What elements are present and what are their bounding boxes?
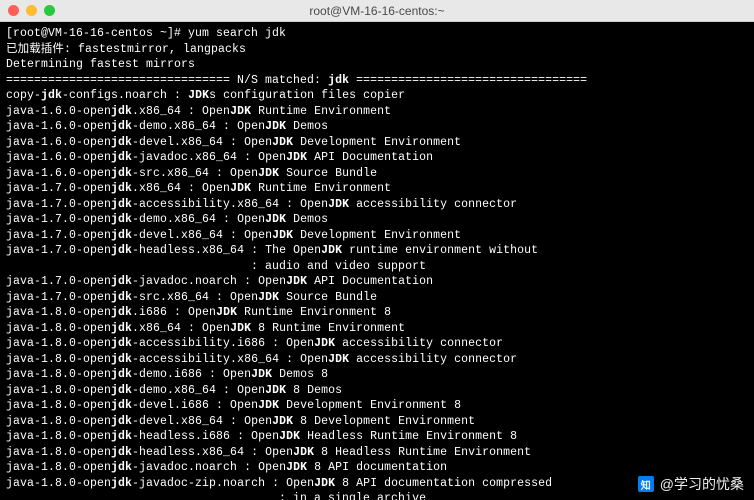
match-header: ================================ N/S mat… bbox=[6, 73, 748, 89]
result-line: java-1.6.0-openjdk-demo.x86_64 : OpenJDK… bbox=[6, 119, 748, 135]
minimize-window-button[interactable] bbox=[26, 5, 37, 16]
result-line: java-1.7.0-openjdk-accessibility.x86_64 … bbox=[6, 197, 748, 213]
result-line: java-1.8.0-openjdk-devel.i686 : OpenJDK … bbox=[6, 398, 748, 414]
result-line: java-1.6.0-openjdk-src.x86_64 : OpenJDK … bbox=[6, 166, 748, 182]
preamble-line: Determining fastest mirrors bbox=[6, 57, 748, 73]
result-line: java-1.8.0-openjdk-javadoc-zip.noarch : … bbox=[6, 476, 748, 492]
result-line: java-1.6.0-openjdk.x86_64 : OpenJDK Runt… bbox=[6, 104, 748, 120]
result-line: java-1.8.0-openjdk-demo.i686 : OpenJDK D… bbox=[6, 367, 748, 383]
result-line: java-1.8.0-openjdk-accessibility.i686 : … bbox=[6, 336, 748, 352]
terminal-output[interactable]: [root@VM-16-16-centos ~]# yum search jdk… bbox=[0, 22, 754, 500]
window-titlebar: root@VM-16-16-centos:~ bbox=[0, 0, 754, 22]
result-line: : audio and video support bbox=[6, 259, 748, 275]
result-line: java-1.7.0-openjdk-devel.x86_64 : OpenJD… bbox=[6, 228, 748, 244]
result-line: java-1.8.0-openjdk-demo.x86_64 : OpenJDK… bbox=[6, 383, 748, 399]
result-line: java-1.8.0-openjdk-javadoc.noarch : Open… bbox=[6, 460, 748, 476]
result-line: java-1.8.0-openjdk-headless.x86_64 : Ope… bbox=[6, 445, 748, 461]
result-line: java-1.6.0-openjdk-devel.x86_64 : OpenJD… bbox=[6, 135, 748, 151]
result-line: java-1.8.0-openjdk.i686 : OpenJDK Runtim… bbox=[6, 305, 748, 321]
result-line: java-1.8.0-openjdk-headless.i686 : OpenJ… bbox=[6, 429, 748, 445]
result-line: java-1.7.0-openjdk-javadoc.noarch : Open… bbox=[6, 274, 748, 290]
result-line: java-1.7.0-openjdk-demo.x86_64 : OpenJDK… bbox=[6, 212, 748, 228]
result-line: java-1.8.0-openjdk-devel.x86_64 : OpenJD… bbox=[6, 414, 748, 430]
result-line: java-1.7.0-openjdk.x86_64 : OpenJDK Runt… bbox=[6, 181, 748, 197]
result-line: java-1.8.0-openjdk-accessibility.x86_64 … bbox=[6, 352, 748, 368]
result-line: : in a single archive bbox=[6, 491, 748, 500]
result-line: java-1.6.0-openjdk-javadoc.x86_64 : Open… bbox=[6, 150, 748, 166]
result-line: copy-jdk-configs.noarch : JDKs configura… bbox=[6, 88, 748, 104]
result-line: java-1.7.0-openjdk-headless.x86_64 : The… bbox=[6, 243, 748, 259]
traffic-lights bbox=[8, 5, 55, 16]
result-line: java-1.7.0-openjdk-src.x86_64 : OpenJDK … bbox=[6, 290, 748, 306]
close-window-button[interactable] bbox=[8, 5, 19, 16]
prompt-line: [root@VM-16-16-centos ~]# yum search jdk bbox=[6, 26, 748, 42]
result-line: java-1.8.0-openjdk.x86_64 : OpenJDK 8 Ru… bbox=[6, 321, 748, 337]
maximize-window-button[interactable] bbox=[44, 5, 55, 16]
preamble-line: 已加载插件: fastestmirror, langpacks bbox=[6, 42, 748, 58]
window-title: root@VM-16-16-centos:~ bbox=[0, 4, 754, 18]
